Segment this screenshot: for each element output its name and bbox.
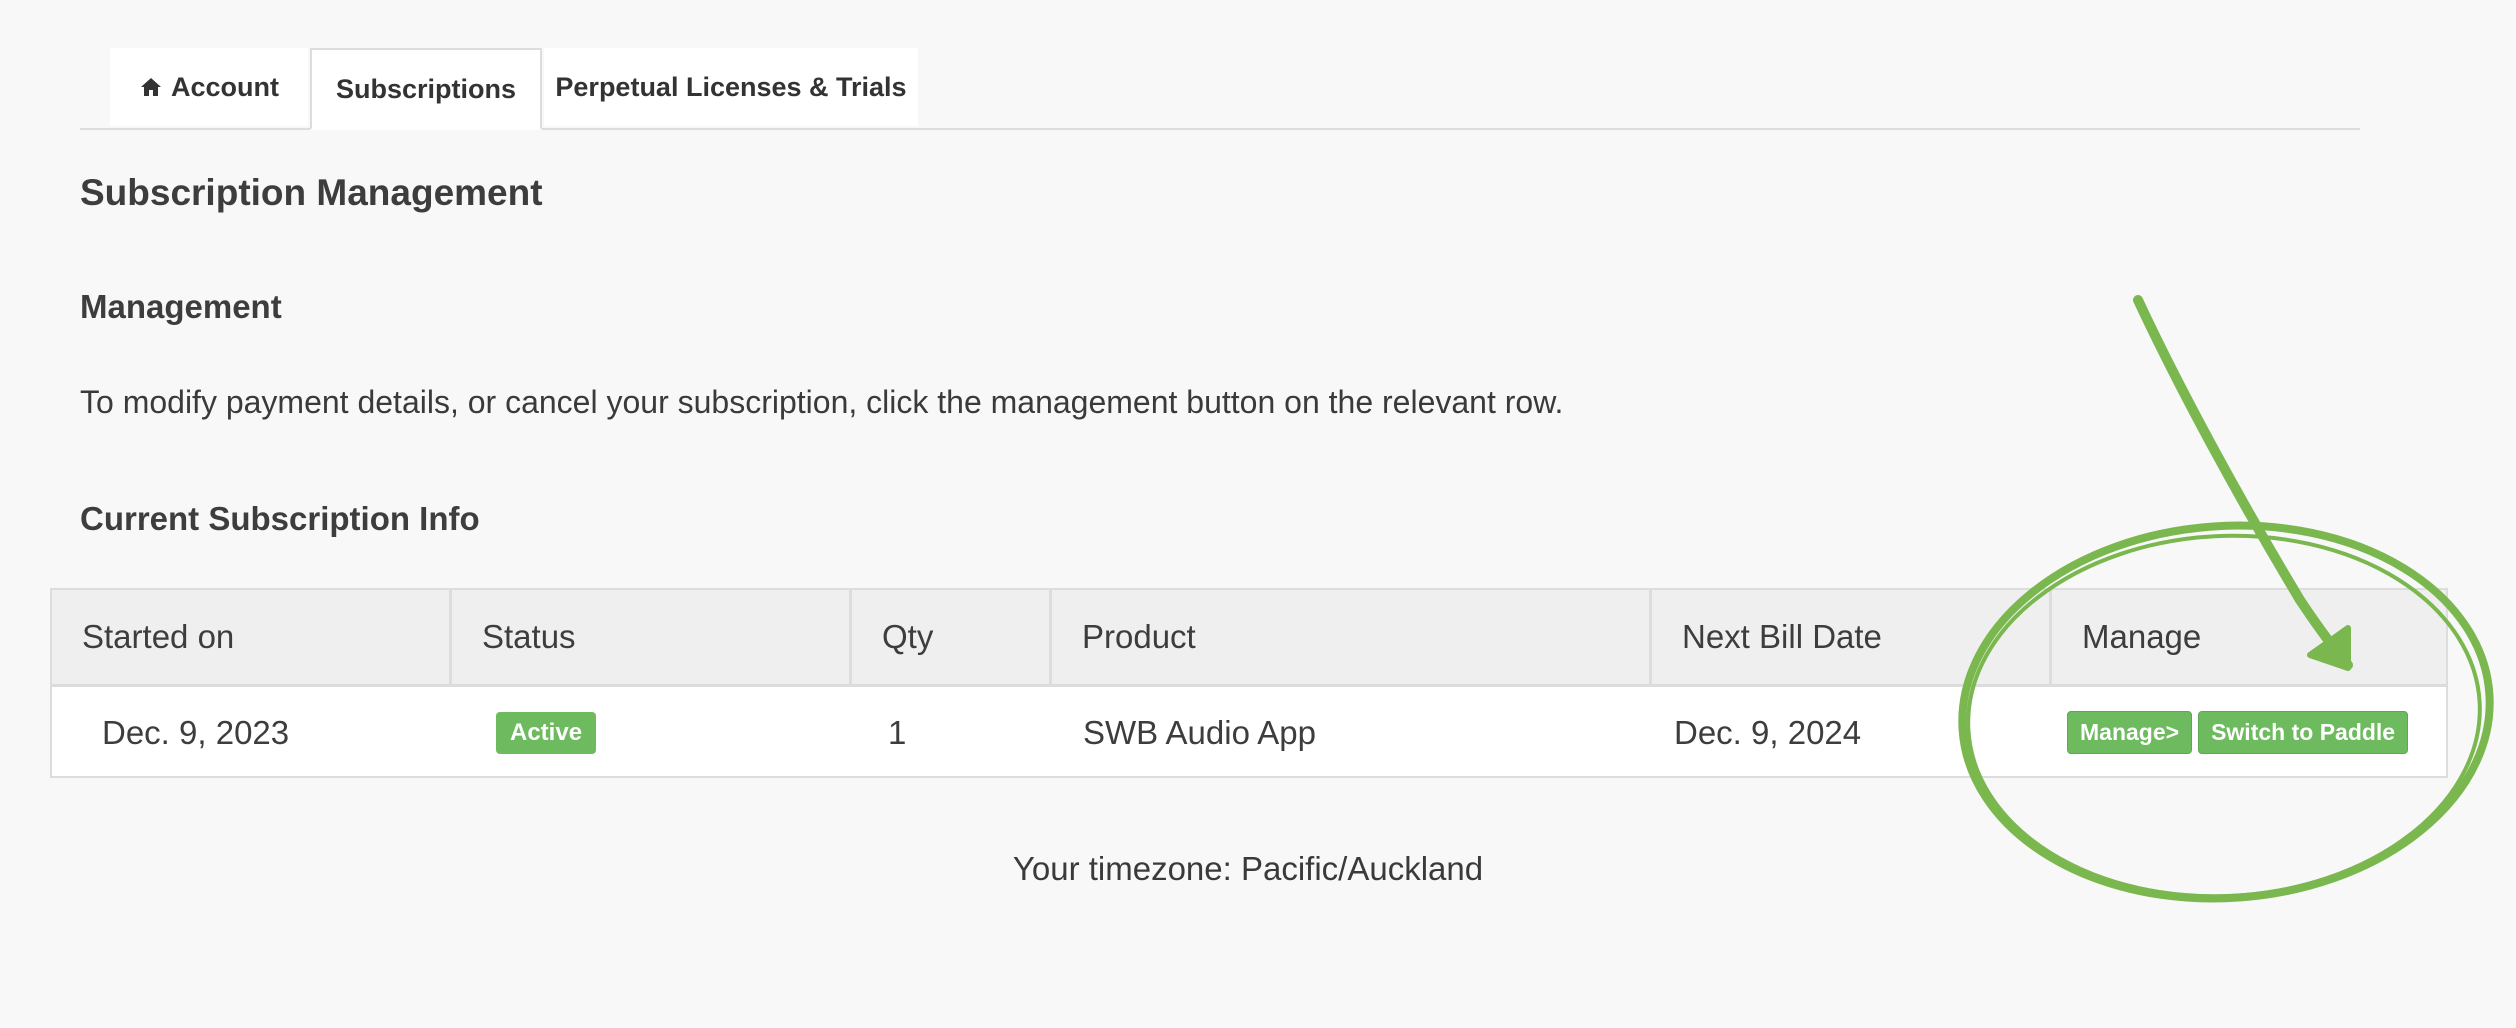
tab-subscriptions[interactable]: Subscriptions: [310, 48, 542, 130]
tab-perpetual-licenses[interactable]: Perpetual Licenses & Trials: [544, 48, 918, 126]
tab-bar: Account Subscriptions Perpetual Licenses…: [80, 48, 2360, 130]
tab-account[interactable]: Account: [110, 48, 308, 126]
col-product: Product: [1052, 590, 1652, 684]
cell-started-on: Dec. 9, 2023: [102, 713, 290, 751]
cell-next-bill-date: Dec. 9, 2024: [1674, 713, 1862, 751]
subscription-table: Started on Status Qty Product Next Bill …: [50, 588, 2448, 778]
manage-button[interactable]: Manage>: [2067, 711, 2193, 754]
table-header: Started on Status Qty Product Next Bill …: [52, 590, 2446, 687]
cell-product: SWB Audio App: [1083, 713, 1316, 751]
cell-qty: 1: [888, 713, 907, 751]
management-heading: Management: [80, 288, 282, 325]
tab-subscriptions-label: Subscriptions: [335, 73, 517, 104]
col-qty: Qty: [852, 590, 1052, 684]
subscription-info-heading: Current Subscription Info: [80, 500, 480, 537]
col-next-bill-date: Next Bill Date: [1652, 590, 2052, 684]
switch-to-paddle-button[interactable]: Switch to Paddle: [2198, 711, 2409, 754]
tab-account-label: Account: [171, 71, 279, 102]
management-description: To modify payment details, or cancel you…: [80, 384, 1564, 420]
cell-manage: Manage> Switch to Paddle: [2067, 687, 2409, 778]
status-badge: Active: [496, 711, 597, 754]
cell-status: Active: [496, 687, 597, 778]
timezone-text: Your timezone: Pacific/Auckland: [1012, 850, 1484, 887]
col-status: Status: [452, 590, 852, 684]
home-icon: [139, 75, 163, 99]
page-title: Subscription Management: [80, 172, 543, 213]
tab-perpetual-label: Perpetual Licenses & Trials: [555, 71, 907, 102]
col-started-on: Started on: [52, 590, 452, 684]
col-manage: Manage: [2082, 618, 2202, 655]
table-row: Dec. 9, 2023 Active 1 SWB Audio App Dec.…: [52, 687, 2446, 778]
